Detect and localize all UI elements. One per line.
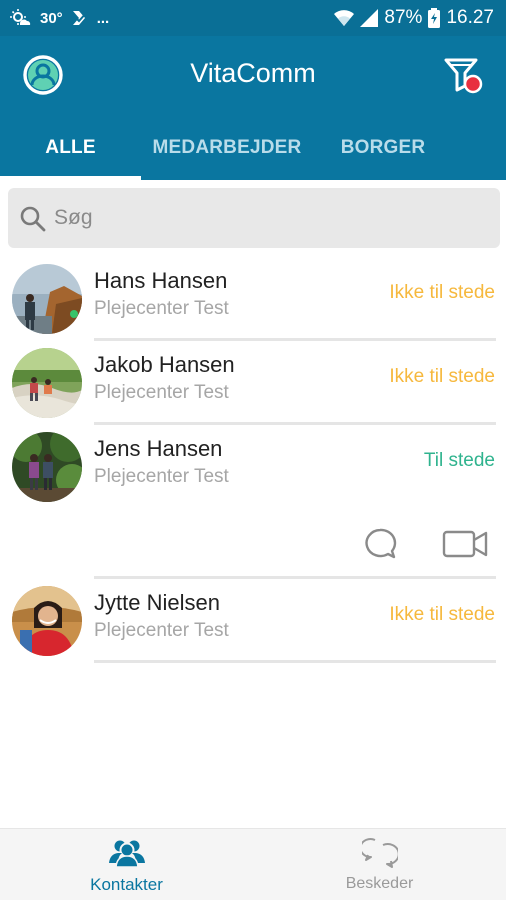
bottom-navigation: Kontakter Beskeder: [0, 828, 506, 900]
search-icon: [20, 206, 46, 232]
contact-organization: Plejecenter Test: [94, 382, 229, 403]
contact-organization: Plejecenter Test: [94, 620, 229, 641]
tab-alle[interactable]: ALLE: [0, 116, 141, 180]
contact-name: Jytte Nielsen: [94, 590, 220, 615]
checkmark-notification-icon: [72, 11, 88, 25]
avatar: [12, 586, 82, 656]
contact-name: Jakob Hansen: [94, 352, 235, 377]
tab-active-indicator: [0, 176, 141, 180]
presence-status: Ikke til stede: [389, 366, 495, 387]
battery-icon: [428, 8, 441, 28]
avatar: [12, 264, 82, 334]
contact-row-hans-hansen[interactable]: Hans Hansen Plejecenter Test Ikke til st…: [0, 256, 506, 340]
clock: 16.27: [446, 7, 494, 28]
tab-borger[interactable]: BORGER: [313, 116, 453, 180]
presence-status: Til stede: [423, 450, 495, 471]
avatar: [12, 432, 82, 502]
search-input[interactable]: [54, 198, 484, 238]
tab-borger-label: BORGER: [340, 137, 426, 158]
tab-bar: ALLE MEDARBEJDER BORGER: [0, 116, 506, 180]
contact-row-jytte-nielsen[interactable]: Jytte Nielsen Plejecenter Test Ikke til …: [0, 578, 506, 662]
row-divider: [94, 660, 496, 663]
weather-icon: [10, 9, 31, 25]
tab-alle-label: ALLE: [45, 137, 96, 158]
nav-beskeder-label: Beskeder: [345, 875, 414, 892]
app-bar: VitaComm: [0, 36, 506, 116]
search-bar: [8, 188, 500, 248]
presence-status: Ikke til stede: [389, 282, 495, 303]
nav-beskeder[interactable]: Beskeder: [253, 829, 506, 900]
presence-status: Ikke til stede: [389, 604, 495, 625]
app-title: VitaComm: [190, 58, 316, 88]
nav-kontakter[interactable]: Kontakter: [0, 829, 253, 900]
avatar: [12, 348, 82, 418]
wifi-icon: [334, 10, 355, 26]
temperature-text: 30°: [40, 9, 63, 27]
video-call-icon[interactable]: [442, 526, 488, 562]
contact-name: Jens Hansen: [94, 436, 223, 461]
more-indicator: ...: [96, 9, 110, 27]
nav-kontakter-label: Kontakter: [90, 875, 163, 894]
contact-organization: Plejecenter Test: [94, 466, 229, 487]
filter-icon[interactable]: [442, 54, 484, 96]
tab-medarbejder-label: MEDARBEJDER: [152, 137, 302, 158]
signal-icon: [360, 9, 379, 27]
tab-medarbejder[interactable]: MEDARBEJDER: [141, 116, 313, 180]
messages-icon: [361, 838, 398, 868]
contact-row-jens-hansen[interactable]: Jens Hansen Plejecenter Test Til stede: [0, 424, 506, 508]
contact-row-jakob-hansen[interactable]: Jakob Hansen Plejecenter Test Ikke til s…: [0, 340, 506, 424]
contact-organization: Plejecenter Test: [94, 298, 229, 319]
chat-icon[interactable]: [362, 526, 398, 562]
contact-name: Hans Hansen: [94, 268, 228, 293]
contacts-icon: [108, 840, 145, 868]
status-bar: 30° ... 87% 16.27: [0, 0, 506, 36]
battery-percent: 87%: [384, 7, 423, 28]
